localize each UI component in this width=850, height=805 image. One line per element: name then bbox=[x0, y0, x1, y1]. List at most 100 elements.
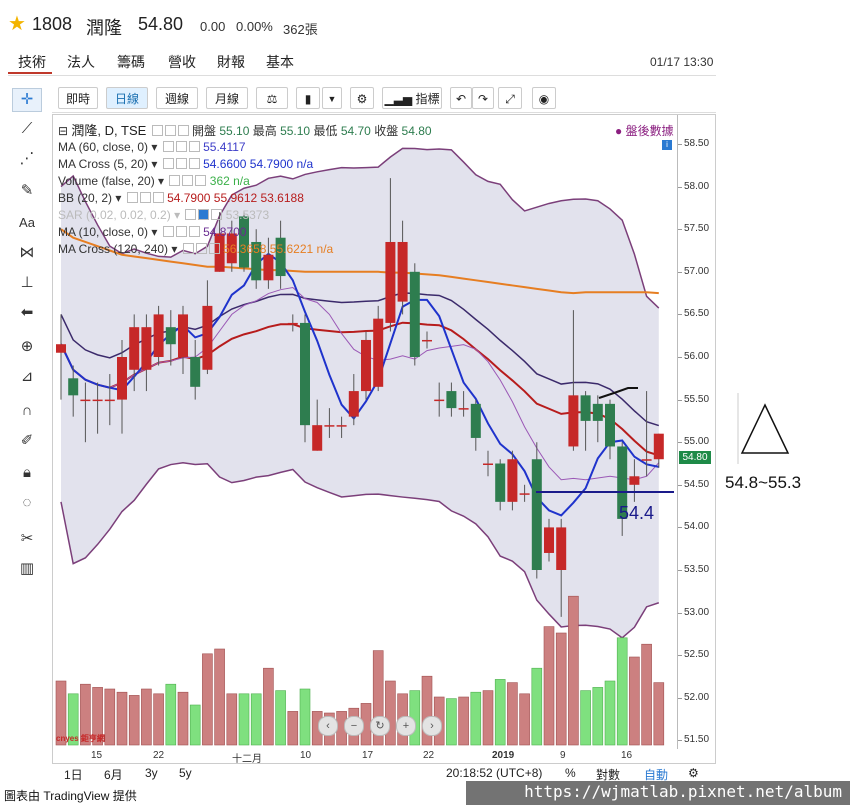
candle-body bbox=[312, 425, 323, 451]
visibility-icon[interactable] bbox=[162, 226, 174, 237]
range-6m[interactable]: 6月 bbox=[104, 766, 123, 783]
visibility-icon[interactable] bbox=[151, 125, 163, 136]
legend-row-sar[interactable]: SAR (0.02, 0.02, 0.2) ▾ 53.5373 bbox=[58, 207, 269, 224]
zoom-in-icon[interactable]: + bbox=[396, 716, 416, 736]
legend-row-volume[interactable]: Volume (false, 20) ▾ 362 n/a bbox=[58, 173, 250, 190]
volume-bar bbox=[165, 683, 177, 746]
y-tick: 56.50 bbox=[684, 308, 710, 320]
legend-label: BB (20, 2) bbox=[58, 191, 113, 205]
remove-icon[interactable] bbox=[188, 141, 200, 152]
reset-icon[interactable]: ↻ bbox=[370, 716, 390, 736]
candle-body bbox=[434, 399, 445, 402]
settings-icon[interactable] bbox=[182, 175, 194, 186]
settings-icon[interactable] bbox=[175, 226, 187, 237]
volume-bar bbox=[653, 682, 665, 746]
remove-icon[interactable] bbox=[177, 125, 189, 136]
legend-row-ma60[interactable]: MA (60, close, 0) ▾ 55.4117 bbox=[58, 139, 246, 156]
candle-body bbox=[263, 254, 274, 281]
last-price-tag: 54.80 bbox=[679, 451, 711, 464]
volume-bar bbox=[604, 680, 616, 746]
remove-icon[interactable] bbox=[211, 209, 223, 220]
target-range-annotation: 54.8~55.3 bbox=[725, 473, 802, 492]
y-tick: 58.00 bbox=[684, 180, 710, 192]
high-value: 55.10 bbox=[280, 124, 311, 138]
percent-toggle[interactable]: % bbox=[565, 766, 576, 780]
y-tick: 55.00 bbox=[684, 436, 710, 448]
legend-row-macross-long[interactable]: MA Cross (120, 240) ▾ 56.3658 55.6221 n/… bbox=[58, 241, 333, 258]
remove-icon[interactable] bbox=[152, 192, 164, 203]
volume-bar bbox=[629, 656, 640, 746]
volume-bar bbox=[507, 682, 518, 746]
price-chart bbox=[55, 147, 790, 746]
settings-icon[interactable] bbox=[164, 125, 176, 136]
collapse-icon[interactable]: ⊟ bbox=[58, 124, 68, 138]
candle-body bbox=[92, 399, 103, 402]
legend-label: MA (60, close, 0) bbox=[58, 140, 149, 154]
remove-icon[interactable] bbox=[195, 175, 207, 186]
legend-row-bb[interactable]: BB (20, 2) ▾ 54.7900 55.9612 53.6188 bbox=[58, 190, 304, 207]
volume-bar bbox=[446, 698, 457, 746]
remove-icon[interactable] bbox=[188, 158, 200, 169]
volume-bar bbox=[494, 679, 506, 746]
candle-body bbox=[531, 459, 542, 570]
settings-icon[interactable] bbox=[195, 243, 207, 254]
scroll-right-icon[interactable]: › bbox=[422, 716, 442, 736]
visibility-icon[interactable] bbox=[182, 243, 194, 254]
range-5y[interactable]: 5y bbox=[179, 766, 192, 780]
zoom-out-icon[interactable]: − bbox=[344, 716, 364, 736]
low-label: 最低 bbox=[313, 124, 338, 138]
volume-bar bbox=[470, 691, 482, 746]
legend-label: Volume (false, 20) bbox=[58, 174, 155, 188]
volume-bar bbox=[202, 653, 213, 746]
legend-values: 53.5373 bbox=[225, 208, 270, 222]
y-tick: 53.50 bbox=[684, 564, 710, 575]
open-value: 55.10 bbox=[219, 124, 250, 138]
visibility-icon[interactable] bbox=[126, 192, 138, 203]
range-3y[interactable]: 3y bbox=[145, 766, 158, 780]
settings-icon[interactable] bbox=[175, 158, 187, 169]
settings-icon[interactable] bbox=[175, 141, 187, 152]
candle-body bbox=[348, 391, 359, 417]
y-tick: 53.00 bbox=[684, 606, 710, 618]
utc-clock[interactable]: 20:18:52 (UTC+8) bbox=[446, 766, 542, 780]
candle-body bbox=[556, 527, 567, 570]
volume-bar bbox=[177, 691, 189, 746]
volume-bar bbox=[263, 667, 274, 746]
candle-body bbox=[605, 403, 615, 447]
legend-row-macross[interactable]: MA Cross (5, 20) ▾ 54.6600 54.7900 n/a bbox=[58, 156, 313, 173]
legend-main-row[interactable]: ⊟ 潤隆, D, TSE 開盤 55.10 最高 55.10 最低 54.70 … bbox=[58, 122, 432, 140]
visibility-icon[interactable] bbox=[169, 175, 181, 186]
candle-body bbox=[641, 459, 652, 461]
volume-bar bbox=[238, 693, 250, 746]
range-1d[interactable]: 1日 bbox=[64, 766, 83, 783]
visibility-icon[interactable] bbox=[185, 209, 197, 220]
volume-bar bbox=[299, 688, 311, 746]
candle-body bbox=[373, 318, 384, 387]
candle-body bbox=[56, 344, 66, 353]
legend-values: 55.4117 bbox=[203, 140, 246, 154]
x-tick: 22 bbox=[153, 750, 165, 761]
cnyes-logo: cnyes 鉅亨網 bbox=[56, 734, 105, 743]
candle-body bbox=[409, 271, 420, 357]
settings-icon[interactable] bbox=[139, 192, 151, 203]
scroll-left-icon[interactable]: ‹ bbox=[318, 716, 338, 736]
info-icon[interactable]: i bbox=[662, 140, 672, 150]
legend-label: SAR (0.02, 0.02, 0.2) bbox=[58, 208, 171, 222]
volume-bar bbox=[153, 693, 164, 746]
remove-icon[interactable] bbox=[188, 226, 200, 237]
candle-body bbox=[178, 314, 188, 357]
legend-row-ma10[interactable]: MA (10, close, 0) ▾ 54.8700 bbox=[58, 224, 246, 241]
candle-body bbox=[117, 357, 127, 400]
candle-body bbox=[653, 433, 664, 460]
y-tick: 52.50 bbox=[684, 649, 710, 661]
axis-gear-icon[interactable]: ⚙ bbox=[688, 766, 699, 780]
visibility-icon[interactable] bbox=[162, 158, 174, 169]
x-tick: 15 bbox=[91, 750, 103, 761]
after-hours-link[interactable]: ● 盤後數據 bbox=[615, 122, 674, 139]
visibility-icon[interactable] bbox=[162, 141, 174, 152]
candle-body bbox=[68, 378, 79, 396]
candle-body bbox=[397, 241, 408, 302]
settings-icon[interactable] bbox=[198, 209, 210, 220]
remove-icon[interactable] bbox=[208, 243, 220, 254]
candle-body bbox=[324, 425, 335, 427]
